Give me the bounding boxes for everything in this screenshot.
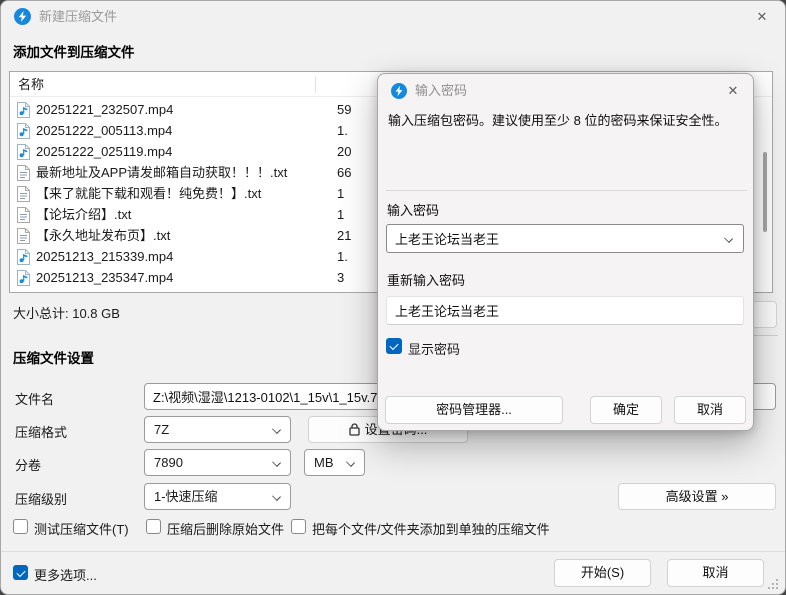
separate-archives-label: 把每个文件/文件夹添加到单独的压缩文件	[312, 522, 550, 537]
file-name: 20251213_235347.mp4	[36, 270, 174, 285]
test-archive-label: 测试压缩文件(T)	[34, 522, 129, 537]
column-header-name[interactable]: 名称	[18, 72, 44, 97]
dialog-title: 输入密码	[415, 83, 468, 98]
window-title: 新建压缩文件	[39, 9, 118, 24]
advanced-settings-button[interactable]: 高级设置 »	[618, 483, 776, 510]
chevron-down-icon	[346, 458, 355, 467]
confirm-password-label: 重新输入密码	[387, 273, 466, 288]
file-size: 1.	[337, 123, 348, 138]
password-label: 输入密码	[387, 203, 440, 218]
dialog-divider	[386, 190, 747, 191]
resize-grip[interactable]	[768, 579, 779, 590]
file-name: 最新地址及APP请发邮箱自动获取！！！.txt	[36, 165, 288, 180]
volume-unit-select[interactable]: MB	[304, 449, 365, 476]
file-name: 20251213_215339.mp4	[36, 249, 174, 264]
file-name: 【来了就能下载和观看！纯免费！】.txt	[36, 186, 262, 201]
partially-hidden-control[interactable]	[751, 301, 777, 328]
txt-file-icon	[17, 165, 30, 181]
level-select[interactable]: 1-快速压缩	[144, 483, 291, 510]
file-size: 59	[337, 102, 352, 117]
main-cancel-button[interactable]: 取消	[667, 559, 764, 587]
test-archive-checkbox[interactable]	[13, 519, 28, 534]
file-name: 20251222_025119.mp4	[36, 144, 173, 159]
list-scrollbar[interactable]	[763, 152, 767, 232]
file-size: 3	[337, 270, 345, 285]
mp4-file-icon	[17, 144, 30, 160]
partial-divider	[753, 335, 778, 336]
mp4-file-icon	[17, 249, 30, 265]
close-icon[interactable]: ✕	[751, 7, 773, 27]
file-name: 20251222_005113.mp4	[36, 123, 173, 138]
chevron-down-icon	[272, 458, 281, 467]
enter-password-dialog: 输入密码 ✕ 输入压缩包密码。建议使用至少 8 位的密码来保证安全性。 输入密码…	[377, 73, 754, 431]
volume-value: 7890	[154, 455, 183, 470]
file-name: 20251221_232507.mp4	[36, 102, 174, 117]
password-input[interactable]	[386, 224, 744, 253]
app-bolt-icon	[391, 83, 407, 99]
volume-unit-value: MB	[314, 455, 334, 470]
txt-file-icon	[17, 207, 30, 223]
chevron-down-icon	[272, 492, 281, 501]
txt-file-icon	[17, 186, 30, 202]
more-options-checkbox[interactable]	[13, 565, 28, 580]
size-total-text: 大小总计: 10.8 GB	[13, 306, 120, 321]
dialog-cancel-button[interactable]: 取消	[674, 396, 746, 424]
separate-archives-checkbox[interactable]	[291, 519, 306, 534]
file-name: 【永久地址发布页】.txt	[36, 228, 171, 243]
file-size: 1	[337, 207, 345, 222]
file-size: 21	[337, 228, 352, 243]
more-options-label: 更多选项...	[34, 568, 97, 583]
mp4-file-icon	[17, 270, 30, 286]
lock-icon	[348, 423, 360, 436]
new-archive-window: 新建压缩文件 ✕ 添加文件到压缩文件 名称 20251221_232507.mp…	[0, 0, 786, 595]
show-password-label: 显示密码	[408, 342, 461, 357]
level-value: 1-快速压缩	[154, 489, 218, 504]
file-size: 20	[337, 144, 352, 159]
mp4-file-icon	[17, 102, 30, 118]
chevron-down-icon	[272, 425, 281, 434]
close-icon[interactable]: ✕	[723, 82, 743, 100]
archive-settings-header: 压缩文件设置	[13, 351, 94, 366]
delete-after-label: 压缩后删除原始文件	[167, 522, 285, 537]
volume-select[interactable]: 7890	[144, 449, 291, 476]
footer-divider	[1, 551, 785, 552]
delete-after-checkbox[interactable]	[146, 519, 161, 534]
ok-button[interactable]: 确定	[590, 396, 662, 424]
format-value: 7Z	[154, 422, 170, 437]
mp4-file-icon	[17, 123, 30, 139]
add-files-section-header: 添加文件到压缩文件	[13, 45, 135, 60]
password-manager-button[interactable]: 密码管理器...	[385, 396, 563, 424]
confirm-password-input[interactable]	[386, 296, 744, 325]
filename-label: 文件名	[15, 392, 55, 407]
app-bolt-icon	[14, 8, 31, 25]
password-hint-text: 输入压缩包密码。建议使用至少 8 位的密码来保证安全性。	[388, 113, 728, 128]
file-size: 1	[337, 186, 345, 201]
txt-file-icon	[17, 228, 30, 244]
column-divider[interactable]	[315, 76, 316, 93]
main-titlebar: 新建压缩文件 ✕	[1, 1, 785, 33]
format-label: 压缩格式	[15, 425, 68, 440]
show-password-checkbox[interactable]	[386, 338, 402, 354]
level-label: 压缩级别	[15, 492, 68, 507]
file-name: 【论坛介绍】.txt	[36, 207, 132, 222]
start-button[interactable]: 开始(S)	[554, 559, 651, 587]
volume-label: 分卷	[15, 458, 42, 473]
format-select[interactable]: 7Z	[144, 416, 291, 443]
file-size: 66	[337, 165, 352, 180]
file-size: 1.	[337, 249, 348, 264]
